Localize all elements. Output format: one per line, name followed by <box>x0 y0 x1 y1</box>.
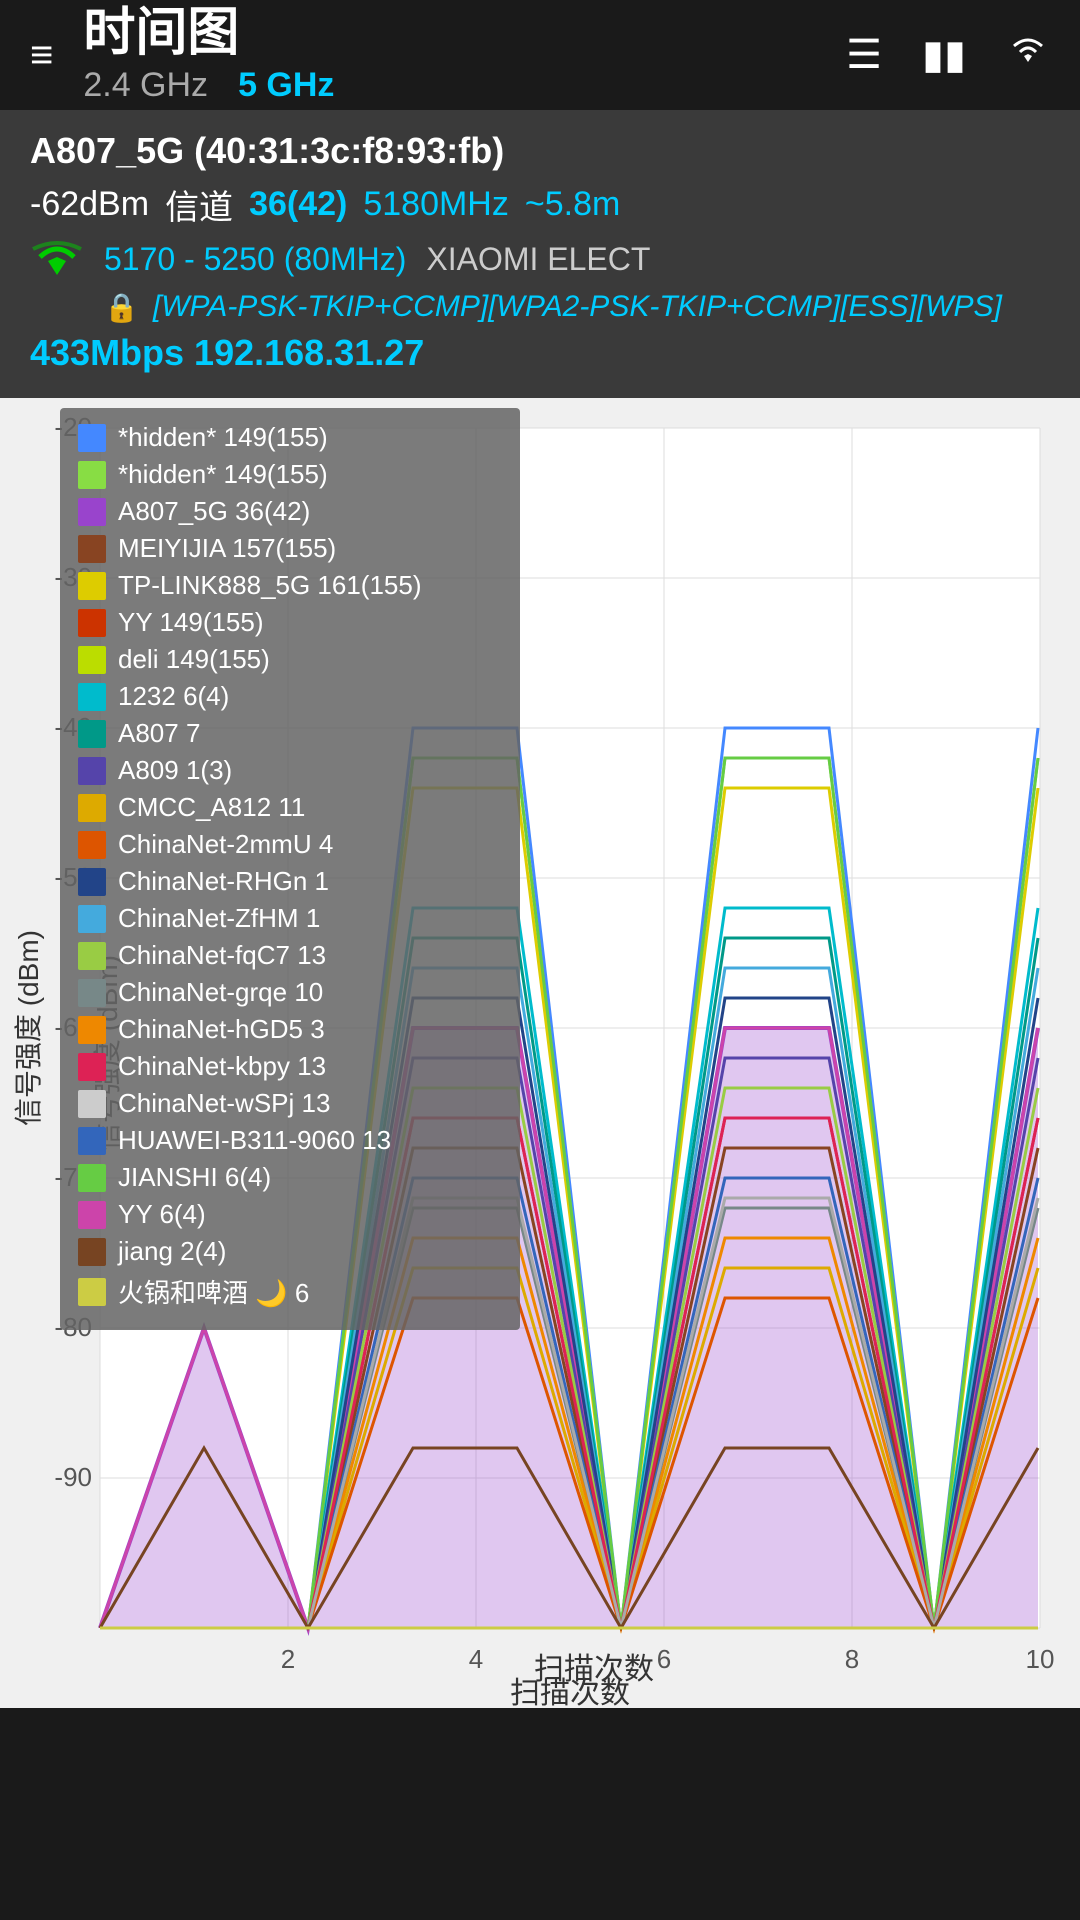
legend-item: *hidden* 149(155) <box>78 422 502 453</box>
legend-item: deli 149(155) <box>78 644 502 675</box>
channel-number: 36(42) <box>249 185 347 224</box>
freq-5-label[interactable]: 5 GHz <box>238 66 334 105</box>
legend-item: TP-LINK888_5G 161(155) <box>78 570 502 601</box>
frequency-selector: 2.4 GHz 5 GHz <box>83 66 334 105</box>
network-row2: 5170 - 5250 (80MHz) XIAOMI ELECT <box>30 237 1050 282</box>
legend-item: ChinaNet-grqe 10 <box>78 977 502 1008</box>
header-title-block: 时间图 2.4 GHz 5 GHz <box>83 5 334 105</box>
x-axis-label: 扫描次数 <box>534 1644 654 1688</box>
legend-item: JIANSHI 6(4) <box>78 1162 502 1193</box>
svg-text:8: 8 <box>845 1644 859 1674</box>
svg-text:2: 2 <box>281 1644 295 1674</box>
legend-item: jiang 2(4) <box>78 1236 502 1267</box>
svg-text:信号强度 (dBm): 信号强度 (dBm) <box>13 930 44 1126</box>
wifi-icon[interactable] <box>1006 28 1050 82</box>
legend-item: HUAWEI-B311-9060 13 <box>78 1125 502 1156</box>
legend-item: YY 149(155) <box>78 607 502 638</box>
network-row3: 🔒 [WPA-PSK-TKIP+CCMP][WPA2-PSK-TKIP+CCMP… <box>104 290 1050 324</box>
network-panel: A807_5G (40:31:3c:f8:93:fb) -62dBm 信道 36… <box>0 110 1080 398</box>
menu-icon[interactable]: ≡ <box>30 35 53 75</box>
speed-ip: 433Mbps 192.168.31.27 <box>30 332 1050 374</box>
legend-item: MEIYIJIA 157(155) <box>78 533 502 564</box>
header: ≡ 时间图 2.4 GHz 5 GHz ☰ ▮▮ <box>0 0 1080 110</box>
legend-item: ChinaNet-2mmU 4 <box>78 829 502 860</box>
filter-icon[interactable]: ☰ <box>846 32 882 78</box>
legend-item: A807_5G 36(42) <box>78 496 502 527</box>
legend-item: *hidden* 149(155) <box>78 459 502 490</box>
chart-area: 信号强度 (dBm) -20 <box>0 398 1080 1708</box>
signal-strength: -62dBm <box>30 185 149 224</box>
network-ssid: A807_5G (40:31:3c:f8:93:fb) <box>30 130 1050 172</box>
network-row1: -62dBm 信道 36(42) 5180MHz ~5.8m <box>30 180 1050 229</box>
legend-item: 1232 6(4) <box>78 681 502 712</box>
pause-icon[interactable]: ▮▮ <box>922 32 966 78</box>
legend-item: ChinaNet-ZfHM 1 <box>78 903 502 934</box>
legend-item: ChinaNet-wSPj 13 <box>78 1088 502 1119</box>
legend-item: ChinaNet-kbpy 13 <box>78 1051 502 1082</box>
legend-item: ChinaNet-hGD5 3 <box>78 1014 502 1045</box>
legend-item: YY 6(4) <box>78 1199 502 1230</box>
svg-text:6: 6 <box>657 1644 671 1674</box>
vendor-name: XIAOMI ELECT <box>426 241 650 278</box>
legend-item: ChinaNet-RHGn 1 <box>78 866 502 897</box>
security-text: [WPA-PSK-TKIP+CCMP][WPA2-PSK-TKIP+CCMP][… <box>153 290 1002 324</box>
legend-item: 火锅和啤酒 🌙 6 <box>78 1273 502 1310</box>
freq-range: 5170 - 5250 (80MHz) <box>104 241 406 278</box>
freq-24-label[interactable]: 2.4 GHz <box>83 66 208 105</box>
legend-panel: *hidden* 149(155) *hidden* 149(155) A807_5… <box>60 408 520 1330</box>
app-title: 时间图 <box>83 5 334 62</box>
legend-item: ChinaNet-fqC7 13 <box>78 940 502 971</box>
svg-text:10: 10 <box>1026 1644 1055 1674</box>
header-icons: ☰ ▮▮ <box>846 28 1050 82</box>
wifi-signal-icon <box>30 237 84 282</box>
legend-item: A809 1(3) <box>78 755 502 786</box>
channel-label: 信道 <box>165 180 233 229</box>
legend-item: A807 7 <box>78 718 502 749</box>
lock-icon: 🔒 <box>104 291 139 324</box>
channel-freq: 5180MHz <box>363 185 509 224</box>
svg-text:-90: -90 <box>54 1462 92 1492</box>
svg-text:4: 4 <box>469 1644 483 1674</box>
legend-item: CMCC_A812 11 <box>78 792 502 823</box>
distance: ~5.8m <box>525 185 620 224</box>
